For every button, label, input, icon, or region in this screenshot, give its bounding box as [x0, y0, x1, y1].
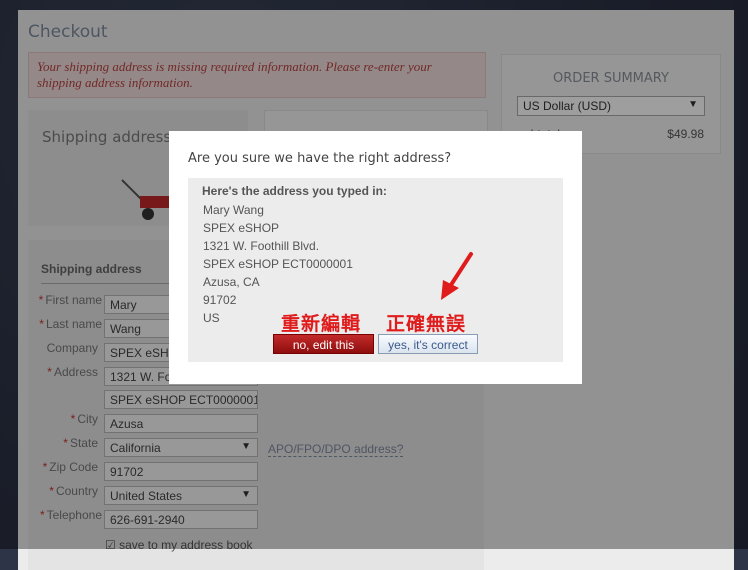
address-line: Azusa, CA [203, 275, 260, 289]
address-line: SPEX eSHOP ECT0000001 [203, 257, 353, 271]
red-arrow-icon [441, 252, 473, 300]
edit-address-button[interactable]: no, edit this [273, 334, 374, 354]
typed-address-box: Here's the address you typed in: Mary Wa… [188, 178, 563, 362]
address-line: US [203, 311, 220, 325]
address-line: 91702 [203, 293, 237, 307]
confirm-address-button[interactable]: yes, it's correct [378, 334, 478, 354]
typed-address-heading: Here's the address you typed in: [202, 184, 387, 198]
address-line: Mary Wang [203, 203, 264, 217]
edit-annotation: 重新編輯 [281, 314, 362, 335]
correct-annotation: 正確無誤 [386, 314, 467, 335]
address-line: SPEX eSHOP [203, 221, 280, 235]
dialog-question: Are you sure we have the right address? [188, 151, 452, 166]
address-confirm-dialog: Are you sure we have the right address? … [169, 131, 582, 384]
address-line: 1321 W. Foothill Blvd. [203, 239, 320, 253]
